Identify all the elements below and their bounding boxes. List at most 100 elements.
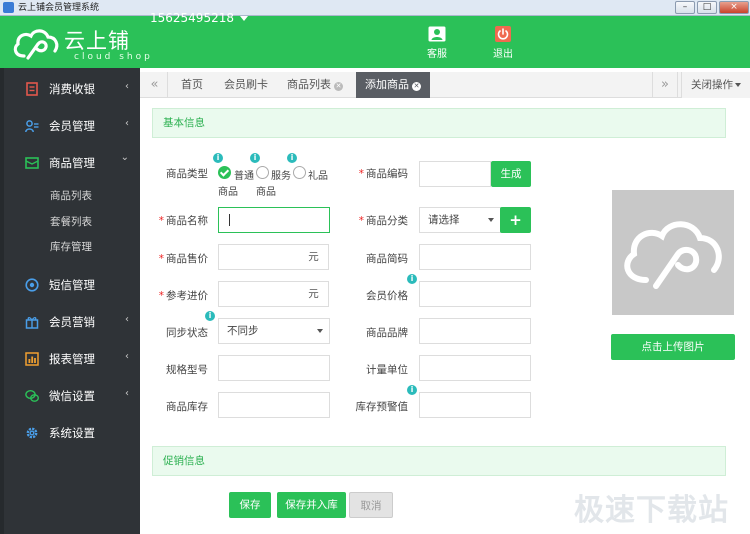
product-code-input[interactable] [419, 161, 491, 187]
cost-price-input[interactable] [218, 281, 300, 307]
app-icon [3, 2, 14, 13]
unit-input[interactable] [419, 355, 531, 381]
stock-input[interactable] [218, 392, 330, 418]
member-price-label: 会员价格 [366, 290, 408, 302]
close-operations-menu[interactable]: 关闭操作 [681, 72, 750, 98]
sale-price-label: * 商品售价 [158, 253, 208, 265]
save-button[interactable]: 保存 [229, 492, 271, 518]
sale-price-input[interactable] [218, 244, 300, 270]
sync-status-label: 同步状态 [166, 327, 208, 339]
short-code-label: 商品简码 [366, 253, 408, 265]
brand-input[interactable] [419, 318, 531, 344]
info-icon[interactable]: i [407, 274, 417, 284]
sidebar-item-marketing[interactable]: 会员营销 ‹ [0, 303, 140, 340]
info-icon[interactable]: i [213, 153, 223, 163]
spec-input[interactable] [218, 355, 330, 381]
chevron-left-icon: ‹ [125, 314, 129, 325]
gift-icon [25, 317, 39, 329]
product-name-label: * 商品名称 [158, 215, 208, 227]
sale-price-unit: 元 [299, 244, 329, 270]
chevron-left-icon: ‹ [125, 388, 129, 399]
spec-label: 规格型号 [166, 364, 208, 376]
sidebar-subitem-package-list[interactable]: 套餐列表 [50, 214, 92, 229]
logo-subtitle: cloud shop [74, 52, 153, 62]
sidebar-item-system[interactable]: 系统设置 [0, 414, 140, 451]
app-header: 云上铺 cloud shop 15625495218 客服 退出 [0, 13, 750, 68]
logout-label: 退出 [493, 49, 513, 60]
tabs-bar: « 首页 会员刷卡 商品列表 ✕ 添加商品 ✕ » [140, 72, 750, 98]
brand-label: 商品品牌 [366, 327, 408, 339]
tab-home[interactable]: 首页 [170, 72, 214, 98]
tab-product-list[interactable]: 商品列表 ✕ [282, 72, 348, 98]
receipt-icon [26, 82, 38, 96]
tab-add-product[interactable]: 添加商品 ✕ [356, 72, 430, 98]
radio-service-product[interactable] [256, 166, 269, 179]
sms-icon [25, 278, 39, 292]
cancel-button[interactable]: 取消 [349, 492, 393, 518]
info-icon[interactable]: i [287, 153, 297, 163]
chevron-left-icon: ‹ [125, 81, 129, 92]
member-price-input[interactable] [419, 281, 531, 307]
member-card-icon [25, 120, 39, 133]
info-icon[interactable]: i [250, 153, 260, 163]
chevron-down-icon [317, 329, 323, 333]
sidebar-item-products[interactable]: 商品管理 ⌄ [0, 144, 140, 181]
tabs-next-button[interactable]: » [652, 72, 678, 98]
close-icon[interactable]: ✕ [334, 82, 343, 91]
info-icon[interactable]: i [407, 385, 417, 395]
tab-member-swipe[interactable]: 会员刷卡 [218, 72, 274, 98]
close-icon[interactable]: ✕ [412, 82, 421, 91]
generate-code-button[interactable]: 生成 [491, 161, 531, 187]
chevron-left-icon: ‹ [125, 118, 129, 129]
window-title: 云上铺会员管理系统 [18, 3, 100, 13]
cost-price-label: * 参考进价 [158, 290, 208, 302]
radio-gift-product[interactable] [293, 166, 306, 179]
maximize-button[interactable]: □ [697, 1, 717, 14]
sidebar-subitem-stock[interactable]: 库存管理 [50, 239, 92, 254]
product-box-icon [25, 157, 39, 169]
service-label: 客服 [427, 49, 447, 60]
sidebar-item-sms[interactable]: 短信管理 [0, 266, 140, 303]
chevron-down-icon [735, 83, 741, 87]
close-window-button[interactable]: × [719, 1, 749, 14]
add-category-button[interactable]: + [500, 207, 531, 233]
product-category-select[interactable]: 请选择 [419, 207, 501, 233]
sidebar: 消费收银 ‹ 会员管理 ‹ 商品管理 ⌄ 商品列表 套餐列表 库存管理 短信管理… [0, 68, 140, 534]
sidebar-item-checkout[interactable]: 消费收银 ‹ [0, 70, 140, 107]
cloud-logo-icon [13, 29, 59, 60]
window-titlebar: 云上铺会员管理系统 – □ × [0, 0, 750, 16]
chevron-down-icon: ⌄ [120, 152, 129, 163]
section-promo-info: 促销信息 [152, 446, 726, 476]
short-code-input[interactable] [419, 244, 531, 270]
power-icon [495, 26, 511, 42]
product-image-preview[interactable] [612, 190, 734, 315]
stock-alert-label: 库存预警值 [355, 401, 409, 413]
stock-alert-input[interactable] [419, 392, 531, 418]
save-and-stock-button[interactable]: 保存并入库 [277, 492, 346, 518]
info-icon[interactable]: i [205, 311, 215, 321]
sidebar-subitem-product-list[interactable]: 商品列表 [50, 188, 92, 203]
radio-normal-product[interactable] [218, 166, 231, 179]
chevron-down-icon [488, 218, 494, 222]
unit-label: 计量单位 [366, 364, 408, 376]
tabs-prev-button[interactable]: « [142, 72, 168, 98]
minimize-button[interactable]: – [675, 1, 695, 14]
wechat-icon [25, 390, 39, 402]
upload-image-button[interactable]: 点击上传图片 [611, 334, 735, 360]
account-phone[interactable]: 15625495218 [150, 13, 248, 25]
product-category-label: * 商品分类 [358, 215, 408, 227]
service-button[interactable]: 客服 [417, 26, 457, 60]
logout-button[interactable]: 退出 [483, 26, 523, 60]
sidebar-item-wechat[interactable]: 微信设置 ‹ [0, 377, 140, 414]
section-basic-info: 基本信息 [152, 108, 726, 138]
product-code-label: * 商品编码 [358, 168, 408, 180]
sidebar-item-members[interactable]: 会员管理 ‹ [0, 107, 140, 144]
sidebar-item-reports[interactable]: 报表管理 ‹ [0, 340, 140, 377]
phone-number: 15625495218 [150, 13, 234, 25]
chevron-down-icon [239, 16, 248, 21]
sync-status-select[interactable]: 不同步 [218, 318, 330, 344]
product-name-input[interactable] [218, 207, 330, 233]
product-type-label: 商品类型 [166, 168, 208, 180]
chevron-left-icon: ‹ [125, 351, 129, 362]
cost-price-unit: 元 [299, 281, 329, 307]
